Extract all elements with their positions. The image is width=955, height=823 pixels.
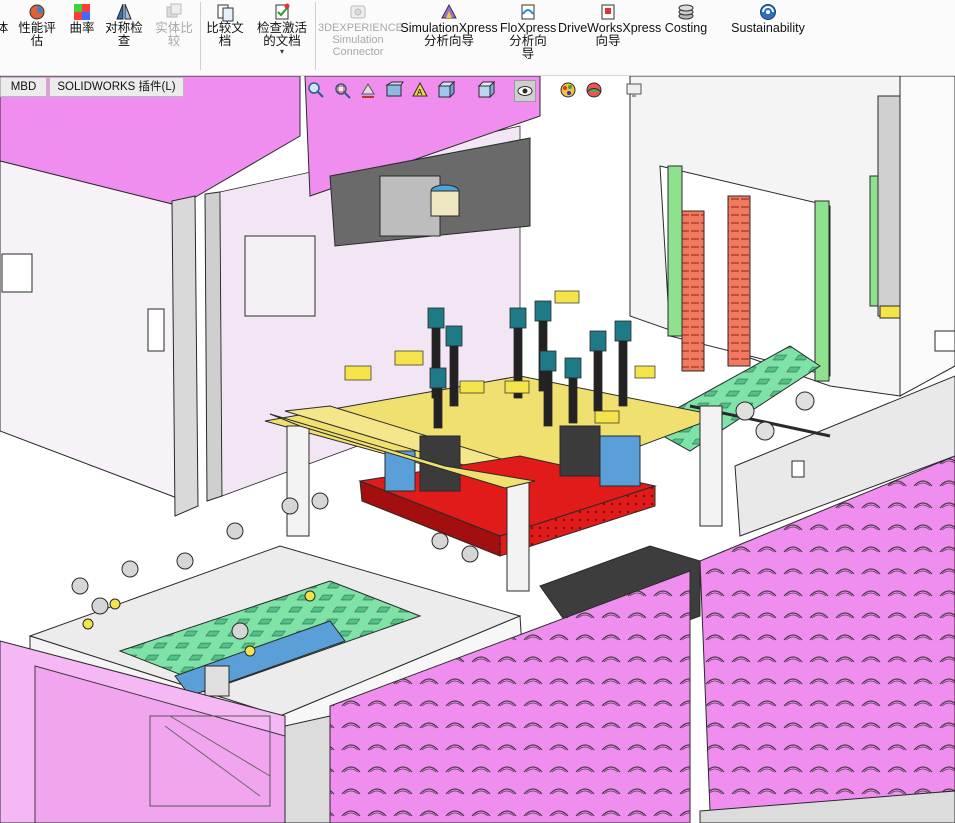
driveworksxpress-button[interactable]: DriveWorksXpress 向导 [558,0,662,72]
dropdown-arrow-icon[interactable]: ▾ [252,48,312,56]
performance-evaluation-icon [29,4,45,20]
ribbon-separator [200,2,201,70]
view-orientation-icon[interactable] [436,80,456,100]
compare-documents-icon [217,4,234,22]
3dexperience-simulation-label: 3DEXPERIENCE Simulation Connector [318,22,403,58]
compare-body-button[interactable]: 实体比 较 [150,0,198,72]
sustainability-icon [760,4,776,20]
symmetry-check-button[interactable]: 对称检 查 [100,0,148,72]
3dexperience-simulation-icon [350,5,366,19]
performance-evaluation-label: 性能评 估 [18,21,56,48]
costing-icon [678,4,694,20]
compare-documents-button[interactable]: 比较文 档 [202,0,248,72]
dynamic-annotation-icon[interactable]: A [410,80,430,100]
command-manager-ribbon: 体 性能评 估 曲率 对称检 查 实体比 较 比较文 档 检查激活 的文档 ▾ … [0,0,955,76]
floxpress-button[interactable]: FloXpress 分析向 导 [500,0,556,72]
graphics-area[interactable] [0,76,955,823]
symmetry-check-icon [116,3,132,20]
floxpress-icon [521,4,535,20]
performance-evaluation-button[interactable]: 性能评 估 [14,0,60,72]
3dexperience-simulation-connector-button[interactable]: 3DEXPERIENCE Simulation Connector [318,0,403,72]
compare-body-label: 实体比 较 [155,21,193,48]
driveworksxpress-label: DriveWorksXpress 向导 [558,21,662,48]
zoom-area-icon[interactable] [332,80,352,100]
curvature-icon [74,4,90,20]
simulationxpress-button[interactable]: SimulationXpress 分析向导 [400,0,498,72]
view-settings-icon[interactable] [624,80,644,100]
previous-view-icon[interactable] [358,80,378,100]
check-active-document-button[interactable]: 检查激活 的文档 ▾ [252,0,312,72]
simulationxpress-icon [441,3,457,19]
model-view[interactable] [0,76,955,823]
ribbon-body-button[interactable]: 体 [0,0,10,72]
check-active-document-icon [275,3,290,20]
section-view-icon[interactable] [384,80,404,100]
costing-label: Costing [664,21,708,35]
simulationxpress-label: SimulationXpress 分析向导 [400,21,498,48]
display-style-icon[interactable] [476,80,496,100]
sustainability-label: Sustainability [731,21,805,35]
tab-solidworks-addins-label: SOLIDWORKS 插件(L) [57,81,176,93]
costing-button[interactable]: Costing [660,0,712,72]
hide-show-icon[interactable] [514,80,536,102]
check-active-document-label: 检查激活 的文档 [256,21,307,48]
heads-up-view-toolbar: A [306,78,646,104]
ribbon-separator [315,2,316,70]
driveworksxpress-icon [601,4,615,20]
tab-mbd[interactable]: MBD [0,77,47,97]
edit-appearance-icon[interactable] [558,80,578,100]
symmetry-check-label: 对称检 查 [105,21,143,48]
curvature-button[interactable]: 曲率 [66,0,98,72]
apply-scene-icon[interactable] [584,80,604,100]
curvature-label: 曲率 [69,21,95,35]
svg-text:A: A [417,88,423,97]
compare-body-icon [166,3,182,18]
sustainability-button[interactable]: Sustainability [726,0,810,72]
ribbon-body-label: 体 [0,21,9,35]
tab-solidworks-addins[interactable]: SOLIDWORKS 插件(L) [49,77,184,97]
command-manager-tabs: MBD SOLIDWORKS 插件(L) [0,75,330,97]
floxpress-label: FloXpress 分析向 导 [500,21,557,61]
tab-mbd-label: MBD [10,81,37,93]
compare-documents-label: 比较文 档 [206,21,244,48]
